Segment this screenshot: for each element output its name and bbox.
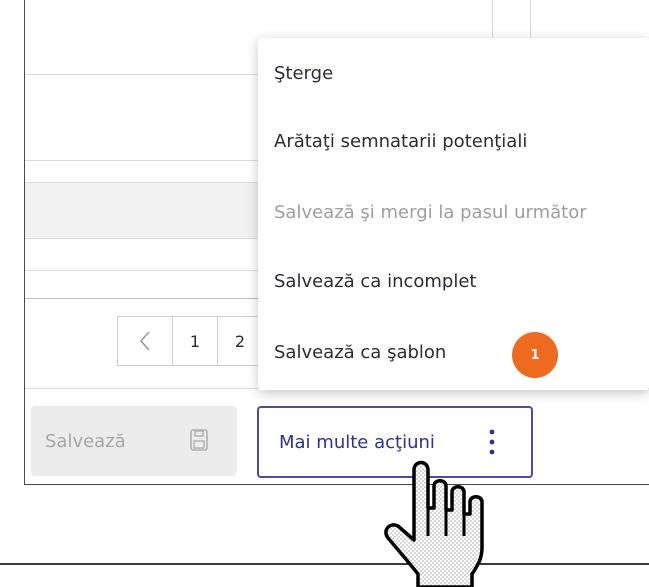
- menu-item-save-as-template[interactable]: Salvează ca şablon: [274, 342, 446, 363]
- save-button[interactable]: Salvează: [31, 406, 237, 476]
- menu-item-save-as-incomplete[interactable]: Salvează ca incomplet: [274, 271, 476, 292]
- step-badge: 1: [512, 332, 558, 378]
- floppy-disk-icon: [190, 429, 208, 451]
- menu-item-show-potential-signers[interactable]: Arătaţi semnatarii potenţiali: [274, 131, 527, 152]
- more-actions-menu: Şterge Arătaţi semnatarii potenţiali Sal…: [258, 38, 649, 390]
- chevron-left-icon: [139, 331, 150, 351]
- pagination: 1 2: [117, 316, 263, 366]
- pagination-page-1[interactable]: 1: [172, 316, 218, 366]
- pagination-page-2[interactable]: 2: [217, 316, 263, 366]
- save-button-label: Salvează: [45, 430, 126, 452]
- hand-pointer-icon: [384, 460, 484, 587]
- menu-item-delete[interactable]: Şterge: [274, 63, 333, 84]
- vertical-dots-icon: [489, 429, 495, 455]
- more-actions-label: Mai multe acţiuni: [279, 431, 435, 453]
- pagination-prev-button[interactable]: [117, 316, 173, 366]
- menu-item-save-and-next-step[interactable]: Salvează şi mergi la pasul următor: [274, 202, 587, 223]
- divider: [0, 563, 649, 565]
